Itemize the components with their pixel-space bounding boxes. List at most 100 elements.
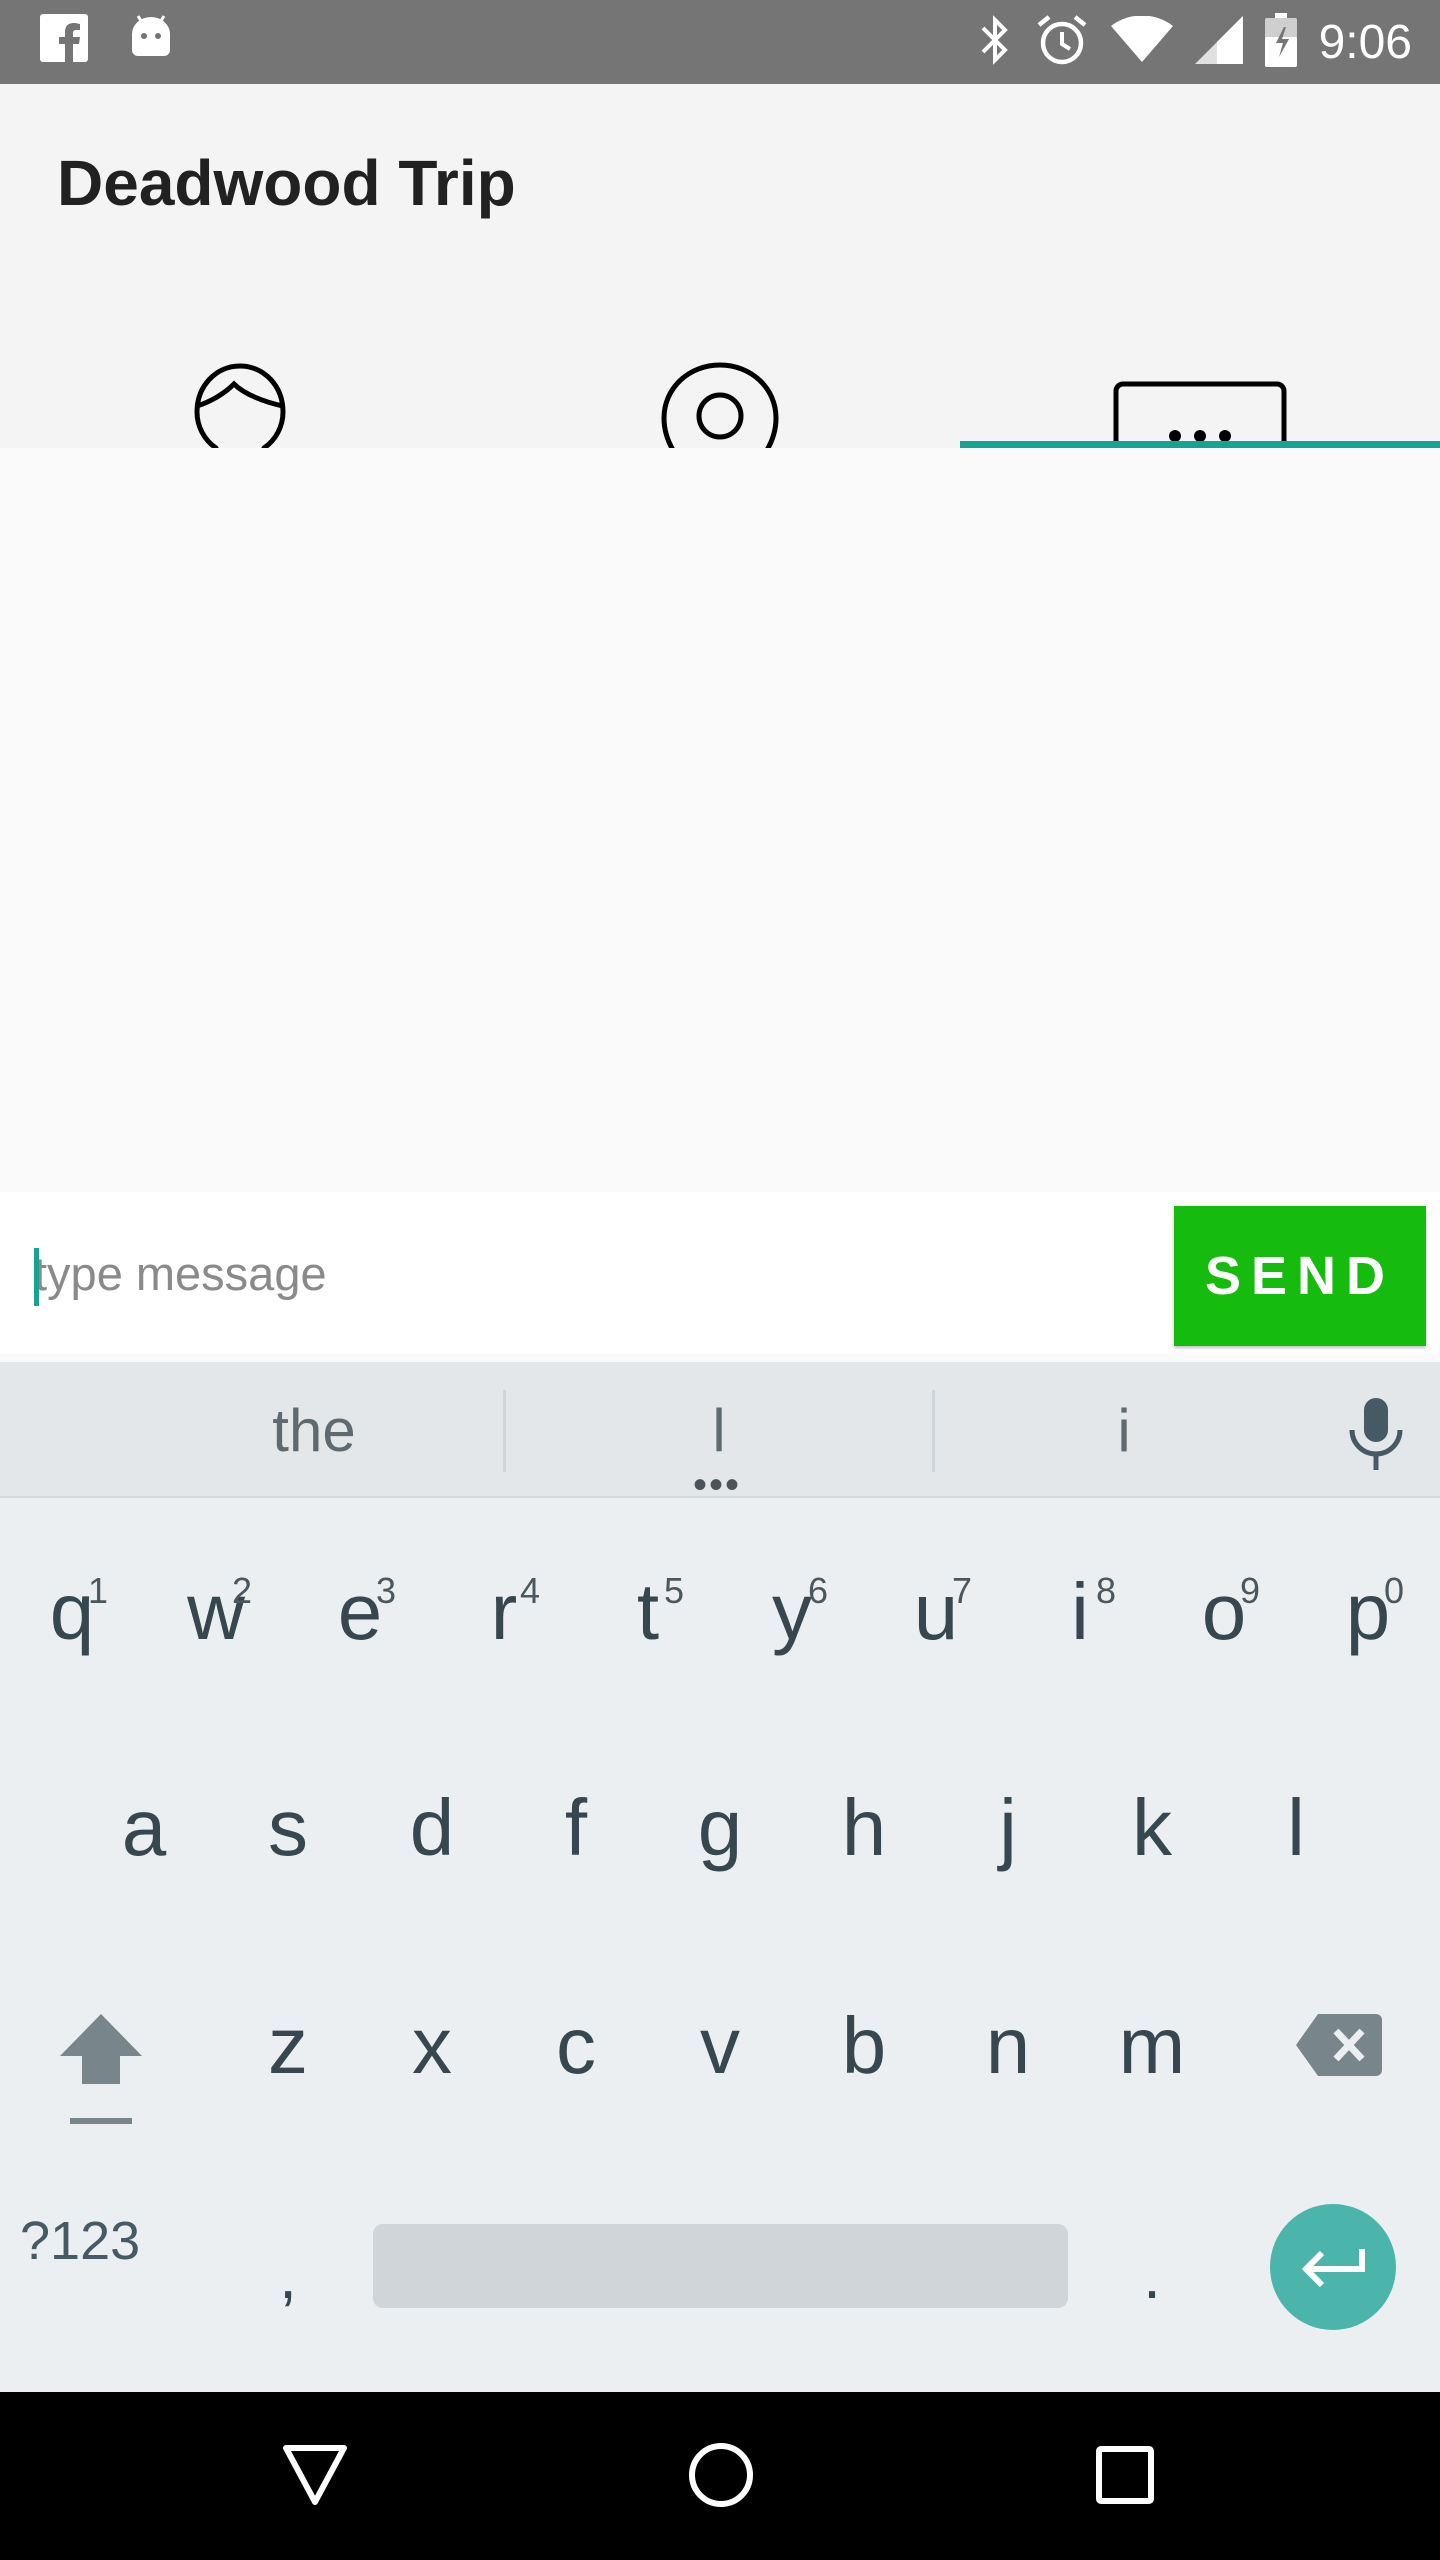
key-u[interactable]: u7 (864, 1512, 1008, 1712)
status-bar: 9:06 (0, 0, 1440, 84)
key-f[interactable]: f (504, 1728, 648, 1928)
key-label: h (841, 1783, 887, 1872)
recents-button[interactable] (1096, 2446, 1154, 2509)
send-button[interactable]: SEND (1174, 1206, 1426, 1346)
facebook-icon (40, 14, 88, 67)
key-label: x (412, 2001, 452, 2090)
key-label: n (985, 2001, 1031, 2090)
comma-key[interactable]: , (216, 2176, 360, 2376)
key-label: t (636, 1567, 660, 1656)
key-hint-number: 1 (87, 1570, 108, 1611)
key-hint-number: 6 (807, 1570, 828, 1611)
key-l[interactable]: l (1224, 1728, 1368, 1928)
key-o[interactable]: o9 (1152, 1512, 1296, 1712)
shift-key[interactable] (58, 2010, 144, 2131)
enter-icon (1301, 2249, 1365, 2288)
key-m[interactable]: m (1080, 1946, 1224, 2146)
microphone-icon[interactable] (1346, 1398, 1406, 1477)
navigation-bar (0, 2392, 1440, 2560)
key-i[interactable]: i8 (1008, 1512, 1152, 1712)
key-k[interactable]: k (1080, 1728, 1224, 1928)
bluetooth-icon (977, 14, 1013, 71)
key-label: z (268, 2001, 308, 2090)
backspace-icon (1296, 2014, 1382, 2076)
alarm-icon (1035, 13, 1089, 72)
home-button[interactable] (688, 2442, 754, 2513)
key-label: a (121, 1783, 167, 1872)
key-hint-number: 8 (1095, 1570, 1116, 1611)
key-label: f (564, 1783, 588, 1872)
symbols-key[interactable]: ?123 (20, 2210, 140, 2272)
key-w[interactable]: w2 (144, 1512, 288, 1712)
key-label: y (772, 1567, 812, 1656)
more-suggestions-icon: ••• (693, 1463, 742, 1507)
android-icon (128, 14, 174, 67)
key-p[interactable]: p0 (1296, 1512, 1440, 1712)
back-button[interactable] (282, 2444, 348, 2511)
suggestion-3[interactable]: i (934, 1362, 1314, 1498)
key-label: k (1132, 1783, 1172, 1872)
key-t[interactable]: t5 (576, 1512, 720, 1712)
tab-location[interactable] (480, 268, 960, 531)
message-composer: SEND (0, 1192, 1440, 1354)
messages-list (0, 448, 1440, 1192)
screen: 9:06 Deadwood Trip type message SEND the… (0, 0, 1440, 2560)
key-r[interactable]: r4 (432, 1512, 576, 1712)
key-label: b (841, 2001, 887, 2090)
home-icon (689, 2443, 753, 2507)
key-label: m (1118, 2001, 1186, 2090)
key-q[interactable]: q1 (0, 1512, 144, 1712)
key-hint-number: 2 (231, 1570, 252, 1611)
space-bar[interactable] (373, 2224, 1068, 2308)
suggestion-1[interactable]: the (58, 1362, 570, 1498)
key-h[interactable]: h (792, 1728, 936, 1928)
key-j[interactable]: j (936, 1728, 1080, 1928)
key-c[interactable]: c (504, 1946, 648, 2146)
key-label: l (1287, 1783, 1305, 1872)
key-a[interactable]: a (72, 1728, 216, 1928)
period-key[interactable]: . (1080, 2176, 1224, 2376)
key-s[interactable]: s (216, 1728, 360, 1928)
clock-time: 9:06 (1318, 15, 1412, 69)
key-v[interactable]: v (648, 1946, 792, 2146)
signal-icon (1194, 15, 1243, 69)
key-label: i (1071, 1567, 1089, 1656)
backspace-key[interactable] (1296, 2014, 1382, 2081)
tab-selected-indicator (960, 441, 1440, 448)
key-z[interactable]: z (216, 1946, 360, 2146)
key-hint-number: 0 (1383, 1570, 1404, 1611)
key-x[interactable]: x (360, 1946, 504, 2146)
tab-profile[interactable] (0, 268, 480, 532)
wifi-icon (1110, 15, 1173, 69)
text-cursor (34, 1248, 39, 1306)
key-label: s (268, 1783, 308, 1872)
key-label: g (697, 1783, 743, 1872)
key-hint-number: 5 (663, 1570, 684, 1611)
key-label: j (999, 1783, 1017, 1872)
shift-icon (60, 2014, 142, 2124)
enter-key[interactable] (1270, 2204, 1396, 2330)
key-y[interactable]: y6 (720, 1512, 864, 1712)
key-n[interactable]: n (936, 1946, 1080, 2146)
suggestion-strip: the l ••• i (0, 1362, 1440, 1507)
app-bar: Deadwood Trip (0, 84, 1440, 532)
key-d[interactable]: d (360, 1728, 504, 1928)
key-label: d (409, 1783, 455, 1872)
key-hint-number: 4 (519, 1570, 540, 1611)
tab-chat[interactable] (960, 268, 1440, 526)
message-input[interactable] (34, 1228, 1144, 1318)
key-b[interactable]: b (792, 1946, 936, 2146)
key-label: r (490, 1567, 518, 1656)
key-g[interactable]: g (648, 1728, 792, 1928)
key-hint-number: 3 (375, 1570, 396, 1611)
recents-icon (1096, 2446, 1154, 2504)
key-e[interactable]: e3 (288, 1512, 432, 1712)
key-hint-number: 9 (1239, 1570, 1260, 1611)
battery-icon (1264, 12, 1297, 72)
key-label: c (556, 2001, 596, 2090)
key-label: v (700, 2001, 740, 2090)
tab-bar (0, 268, 1440, 532)
back-icon (283, 2445, 347, 2505)
key-hint-number: 7 (951, 1570, 972, 1611)
page-title: Deadwood Trip (57, 147, 516, 219)
